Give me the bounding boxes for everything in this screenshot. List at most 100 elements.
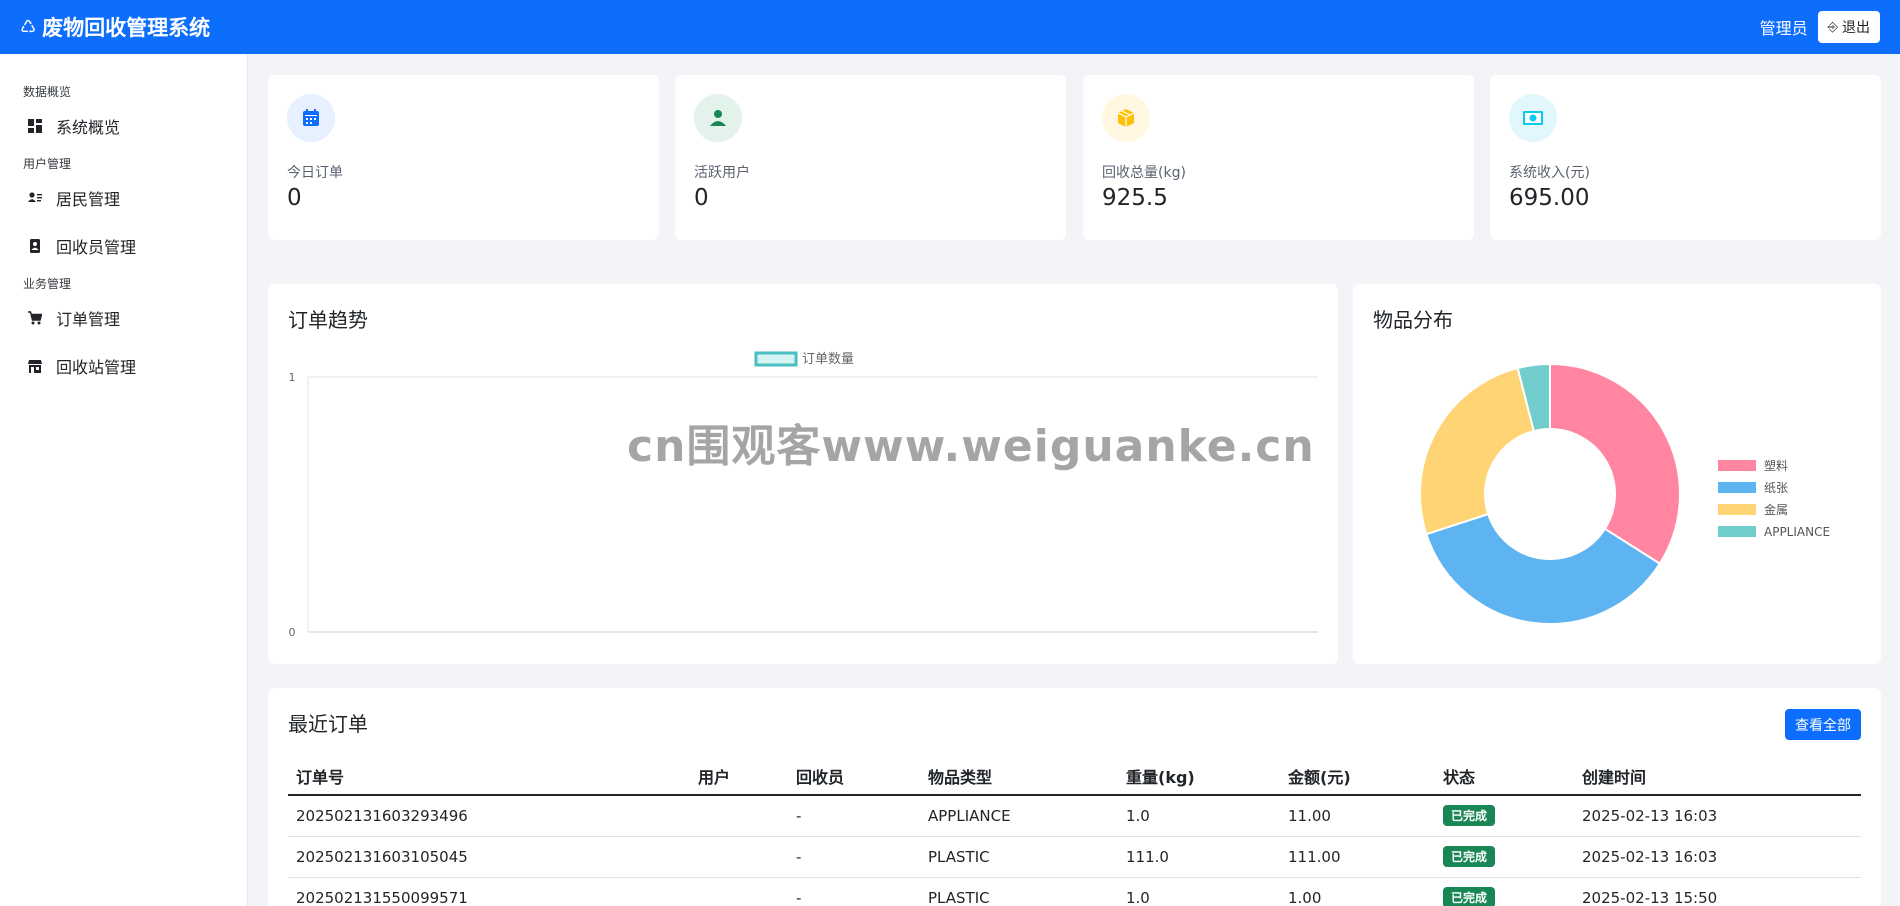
- status-badge: 已完成: [1443, 846, 1496, 867]
- order-number: 202502131603293496: [288, 795, 690, 837]
- stat-label: 今日订单: [287, 165, 343, 181]
- stat-label: 回收总量(kg): [1102, 165, 1186, 181]
- column-header[interactable]: 创建时间: [1574, 757, 1861, 796]
- view-all-button[interactable]: 查看全部: [1785, 709, 1861, 740]
- sidebar-section-business: 业务管理: [23, 277, 72, 291]
- logout-button[interactable]: ⎆ 退出: [1817, 11, 1880, 43]
- app-brand[interactable]: ♺ 废物回收管理系统: [20, 12, 210, 42]
- stat-card-today-orders: 今日订单 0: [268, 75, 659, 240]
- order-item-type: PLASTIC: [920, 877, 1118, 906]
- sidebar-item-label: 回收员管理: [56, 238, 137, 257]
- legend-swatch: [754, 351, 798, 367]
- stat-value: 695.00: [1509, 185, 1590, 211]
- sidebar-item-label: 订单管理: [56, 310, 121, 329]
- calendar-icon: [287, 94, 335, 142]
- sidebar-item-label: 系统概览: [56, 118, 121, 137]
- column-header[interactable]: 用户: [690, 757, 788, 796]
- order-amount: 111.00: [1280, 836, 1435, 878]
- y-tick-label: 1: [289, 371, 296, 384]
- order-number: 202502131550099571: [288, 877, 690, 906]
- column-header[interactable]: 物品类型: [920, 757, 1118, 796]
- stat-value: 925.5: [1102, 185, 1168, 211]
- order-user: [690, 877, 788, 906]
- table-row[interactable]: 202502131603293496 - APPLIANCE 1.0 11.00…: [288, 795, 1861, 837]
- sidebar-item-residents[interactable]: 居民管理: [0, 174, 247, 222]
- order-created-time: 2025-02-13 16:03: [1574, 836, 1861, 878]
- legend-label[interactable]: APPLIANCE: [1764, 525, 1830, 539]
- order-recycler: -: [788, 836, 920, 878]
- order-amount: 1.00: [1280, 877, 1435, 906]
- column-header[interactable]: 状态: [1435, 757, 1574, 796]
- order-trend-card: 订单趋势 订单数量 1 0: [268, 284, 1338, 664]
- order-created-time: 2025-02-13 15:50: [1574, 877, 1861, 906]
- order-recycler: -: [788, 877, 920, 906]
- watermark: cn围观客www.weiguanke.cn: [627, 421, 1315, 472]
- column-header[interactable]: 回收员: [788, 757, 920, 796]
- order-item-type: APPLIANCE: [920, 795, 1118, 837]
- stat-card-total-weight: 回收总量(kg) 925.5: [1083, 75, 1474, 240]
- cart-icon: [28, 311, 42, 325]
- order-user: [690, 795, 788, 837]
- user-label: 管理员: [1759, 19, 1808, 38]
- table-header-row: 订单号 用户 回收员 物品类型 重量(kg) 金额(元) 状态 创建时间: [288, 757, 1861, 796]
- dashboard-icon: [28, 119, 42, 133]
- sidebar-item-stations[interactable]: 回收站管理: [0, 342, 247, 390]
- sidebar-section-overview: 数据概览: [23, 85, 72, 99]
- box-icon: [1102, 94, 1150, 142]
- top-navbar: ♺ 废物回收管理系统 管理员 ⎆ 退出: [0, 0, 1900, 54]
- person-icon: [694, 94, 742, 142]
- app-title: 废物回收管理系统: [42, 16, 211, 40]
- recycle-icon: ♺: [20, 16, 37, 38]
- order-weight: 111.0: [1118, 836, 1280, 878]
- stat-card-income: 系统收入(元) 695.00: [1490, 75, 1881, 240]
- stat-value: 0: [694, 185, 709, 211]
- order-number: 202502131603105045: [288, 836, 690, 878]
- legend-label[interactable]: 金属: [1764, 502, 1788, 517]
- sidebar: 数据概览 系统概览 用户管理 居民管理 回收员管理 业务管理 订单管理 回收站管…: [0, 54, 248, 906]
- order-item-type: PLASTIC: [920, 836, 1118, 878]
- legend-swatch: [1718, 504, 1756, 515]
- order-weight: 1.0: [1118, 795, 1280, 837]
- legend-swatch: [1718, 526, 1756, 537]
- sidebar-section-users: 用户管理: [23, 157, 72, 171]
- sidebar-item-label: 居民管理: [56, 190, 121, 209]
- legend-swatch: [1718, 482, 1756, 493]
- legend-label[interactable]: 塑料: [1764, 458, 1788, 473]
- table-row[interactable]: 202502131603105045 - PLASTIC 111.0 111.0…: [288, 836, 1861, 878]
- order-amount: 11.00: [1280, 795, 1435, 837]
- sidebar-item-overview[interactable]: 系统概览: [0, 102, 247, 150]
- sidebar-item-label: 回收站管理: [56, 358, 137, 377]
- sidebar-item-recyclers[interactable]: 回收员管理: [0, 222, 247, 270]
- y-tick-label: 0: [289, 626, 296, 639]
- column-header[interactable]: 重量(kg): [1118, 757, 1280, 796]
- pie-slice[interactable]: [1419, 366, 1536, 536]
- item-distribution-chart: 塑料纸张金属 APPLIANCE: [1419, 362, 1830, 625]
- status-badge: 已完成: [1443, 805, 1496, 827]
- table-row[interactable]: 202502131550099571 - PLASTIC 1.0 1.00 已完…: [288, 877, 1861, 906]
- stat-label: 活跃用户: [694, 165, 750, 181]
- order-recycler: -: [788, 795, 920, 837]
- legend-label: 订单数量: [802, 352, 854, 367]
- logout-icon: ⎆: [1827, 19, 1838, 35]
- legend-label[interactable]: 纸张: [1764, 481, 1788, 495]
- pie-slice[interactable]: [1549, 362, 1681, 566]
- column-header[interactable]: 订单号: [288, 757, 690, 796]
- chart-legend[interactable]: 订单数量: [754, 351, 854, 367]
- status-badge: 已完成: [1443, 887, 1496, 906]
- cash-icon: [1509, 94, 1557, 142]
- column-header[interactable]: 金额(元): [1280, 757, 1435, 796]
- stat-label: 系统收入(元): [1509, 165, 1590, 181]
- stat-value: 0: [287, 185, 302, 211]
- person-card-icon: [28, 192, 42, 202]
- order-weight: 1.0: [1118, 877, 1280, 906]
- order-created-time: 2025-02-13 16:03: [1574, 795, 1861, 837]
- logout-label: 退出: [1842, 20, 1870, 36]
- stat-card-active-users: 活跃用户 0: [675, 75, 1066, 240]
- legend-swatch: [1718, 460, 1756, 471]
- shop-icon: [28, 360, 42, 373]
- sidebar-item-orders[interactable]: 订单管理: [0, 294, 247, 342]
- orders-table: 订单号 用户 回收员 物品类型 重量(kg) 金额(元) 状态 创建时间 202…: [288, 757, 1861, 906]
- order-trend-chart: 订单数量 1 0: [289, 351, 1318, 639]
- recent-orders-title: 最近订单: [288, 712, 368, 736]
- badge-icon: [30, 239, 40, 253]
